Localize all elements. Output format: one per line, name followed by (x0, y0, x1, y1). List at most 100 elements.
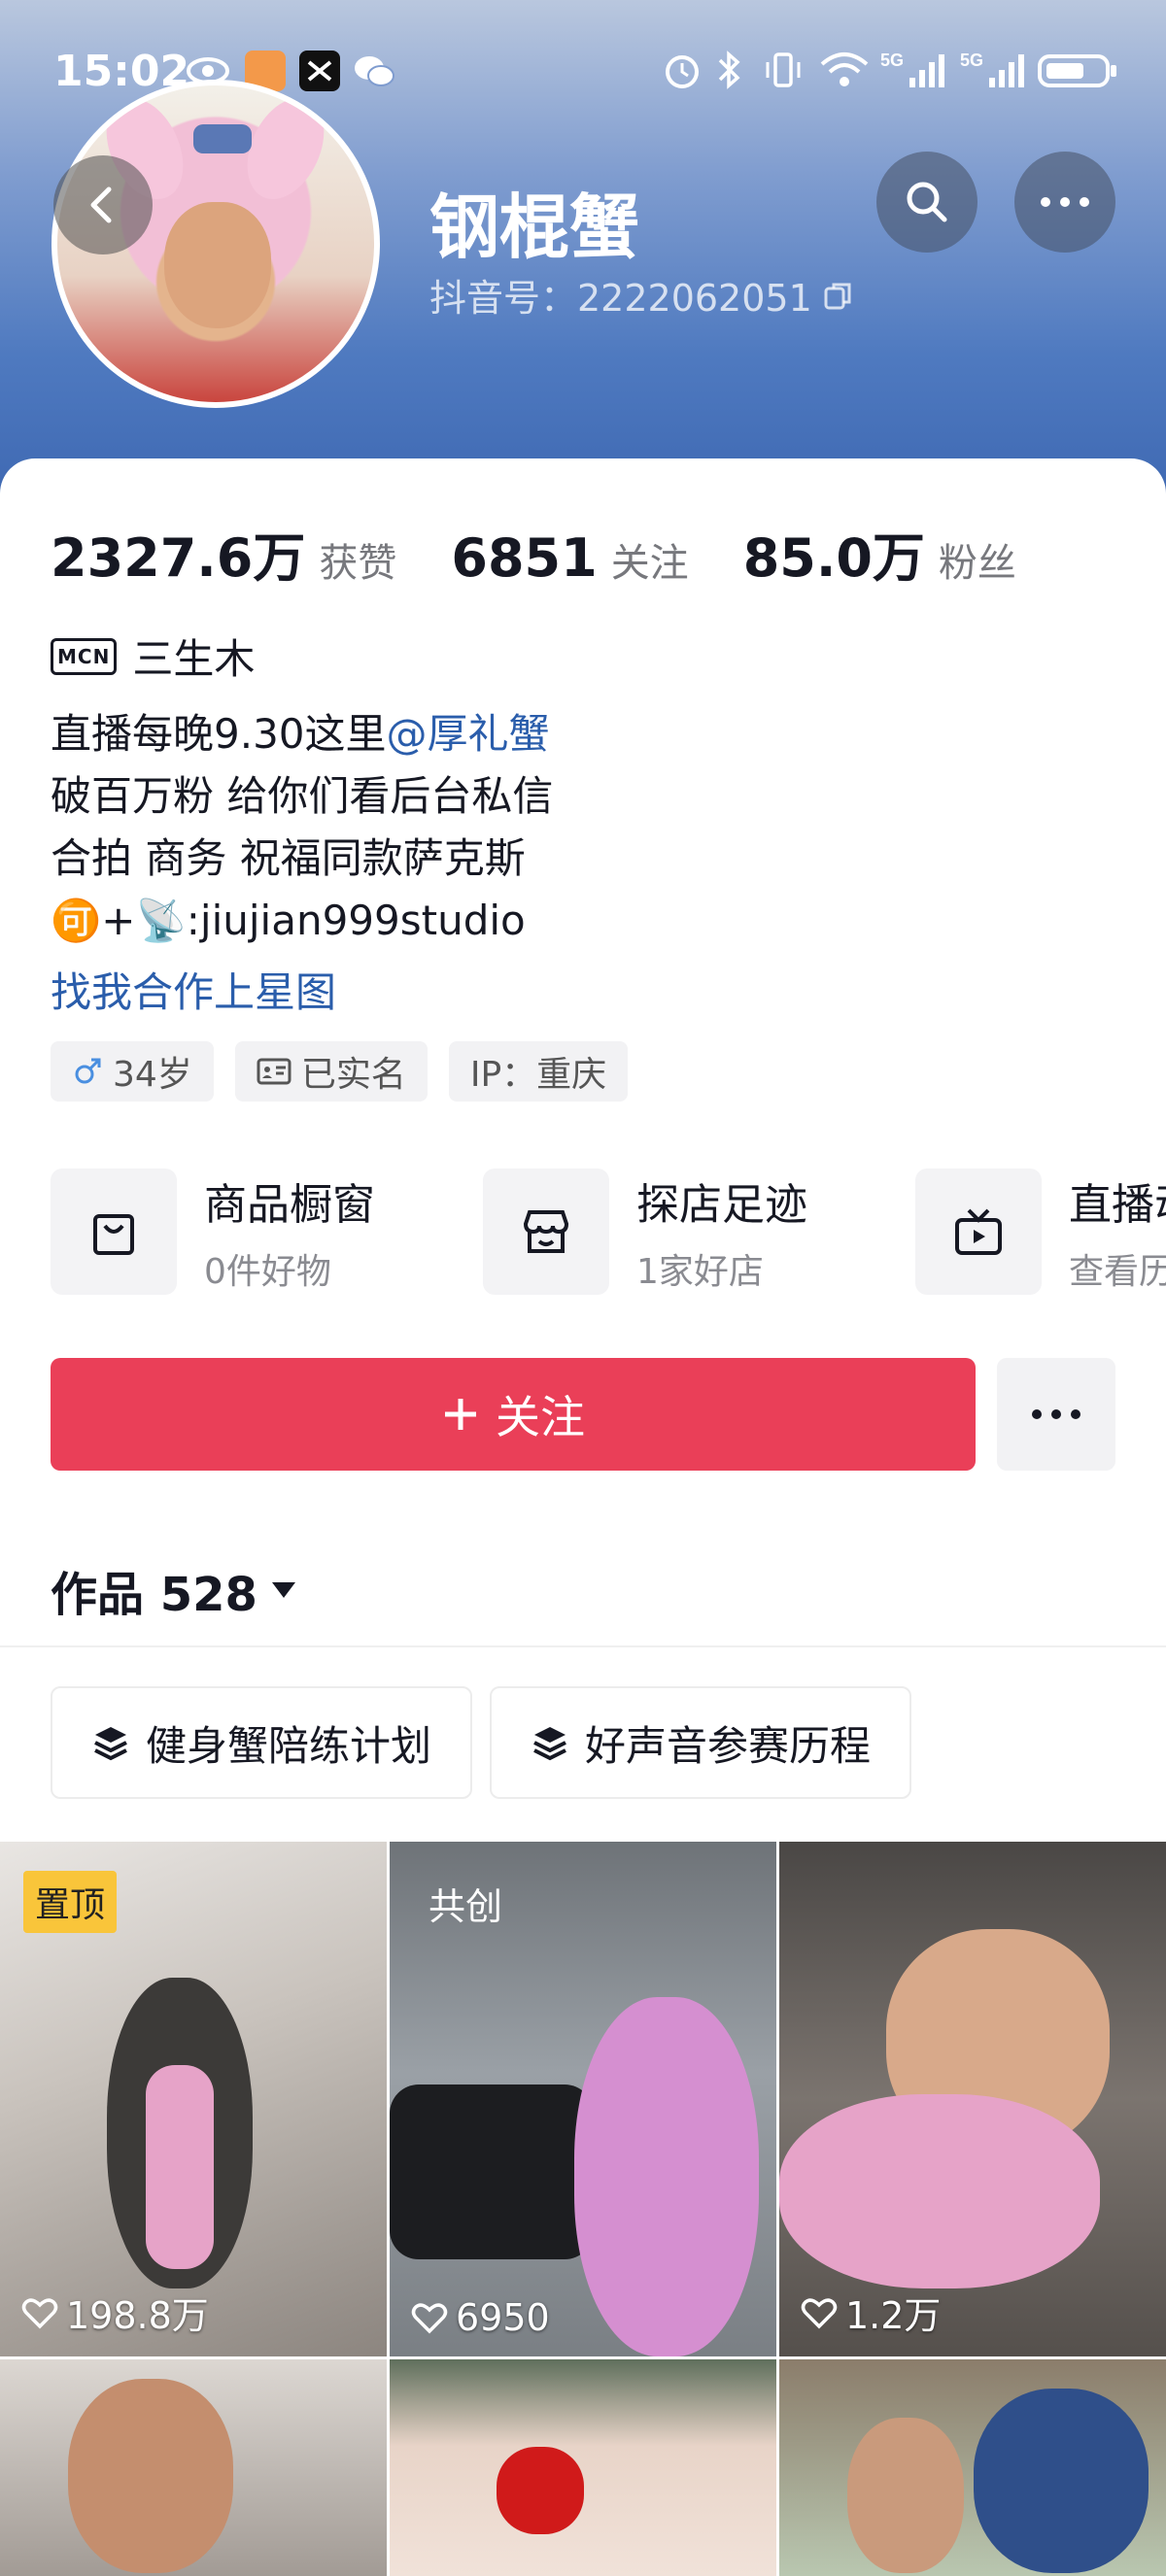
vibrate-icon (763, 49, 804, 100)
thumbnail-subject (847, 2418, 964, 2573)
video-likes: 1.2万 (801, 2286, 941, 2339)
bio-line: 直播每晚9.30这里@厚礼蟹 (51, 703, 553, 765)
bio: 直播每晚9.30这里@厚礼蟹 破百万粉 给你们看后台私信 合拍 商务 祝福同款萨… (51, 703, 553, 952)
verified-tag-text: 已实名 (300, 1055, 406, 1095)
likes-count: 1.2万 (845, 2294, 942, 2337)
stat-likes[interactable]: 2327.6万 获赞 (51, 515, 396, 592)
follow-more-button[interactable] (997, 1358, 1115, 1471)
svg-text:5G: 5G (960, 51, 983, 70)
co-creation-badge: 共创 (429, 1885, 503, 1928)
feature-title: 探店足迹 (636, 1180, 807, 1230)
feature-subtitle: 0件好物 (204, 1252, 331, 1292)
copy-icon[interactable] (822, 279, 855, 312)
collection-chip[interactable]: 好声音参赛历程 (490, 1686, 912, 1799)
tv-icon (915, 1169, 1042, 1295)
back-button[interactable] (53, 155, 153, 254)
bio-line: 合拍 商务 祝福同款萨克斯 (51, 834, 526, 882)
mcn-badge-icon: MCN (51, 637, 118, 675)
likes-count: 6950 (456, 2296, 550, 2339)
feature-live-history[interactable]: 直播动态 查看历史 (915, 1169, 1166, 1295)
thumbnail-rose (497, 2447, 584, 2534)
thumbnail-shirt (779, 2094, 1100, 2288)
profile-nickname: 钢棍蟹 (429, 186, 640, 268)
stat-value: 6851 (451, 527, 598, 589)
feature-subtitle: 查看历史 (1069, 1252, 1166, 1292)
feature-shop-window[interactable]: 商品橱窗 0件好物 (51, 1169, 483, 1295)
signal-5g-icon: 5G (880, 49, 948, 100)
more-horizontal-icon (1041, 197, 1089, 207)
search-icon (907, 182, 947, 222)
layers-icon (94, 1727, 127, 1761)
divider (0, 1645, 1166, 1647)
avatar-face (164, 202, 271, 328)
stat-followers[interactable]: 85.0万 粉丝 (743, 515, 1016, 592)
mcn-row[interactable]: MCN 三生木 (51, 627, 255, 686)
avatar-bow (193, 124, 252, 153)
video-grid: 置顶 198.8万 共创 6950 1.2万 (0, 1842, 1166, 2576)
more-horizontal-icon (1032, 1409, 1080, 1419)
battery-icon (1038, 49, 1119, 100)
feature-text: 商品橱窗 0件好物 (204, 1169, 375, 1294)
profile-stats: 2327.6万 获赞 6851 关注 85.0万 粉丝 (51, 515, 1071, 592)
search-button[interactable] (876, 152, 977, 253)
wifi-icon (818, 49, 871, 100)
feature-store-visits[interactable]: 探店足迹 1家好店 (483, 1169, 915, 1295)
capcut-icon (299, 51, 340, 91)
thumbnail-jacket (974, 2389, 1149, 2573)
caret-down-icon (271, 1582, 295, 1598)
video-thumbnail[interactable]: 置顶 198.8万 (0, 1842, 387, 2356)
feature-title: 直播动态 (1069, 1180, 1166, 1230)
layers-icon (533, 1727, 566, 1761)
works-tab-label: 作品 528 (51, 1568, 257, 1622)
male-icon (75, 1058, 101, 1084)
collection-label: 健身蟹陪练计划 (146, 1721, 432, 1770)
douyin-id[interactable]: 抖音号：2222062051 (429, 268, 855, 322)
heart-icon (411, 2303, 448, 2334)
stat-following[interactable]: 6851 关注 (451, 527, 688, 589)
bio-line: 🉑+📡:jiujian999studio (51, 897, 526, 944)
video-thumbnail[interactable]: 1.2万 (779, 1842, 1166, 2356)
thumbnail-subject (574, 1997, 759, 2356)
thumbnail-saxophone (146, 2065, 214, 2269)
bio-mention-link[interactable]: @厚礼蟹 (387, 710, 550, 758)
shopping-bag-icon (51, 1169, 177, 1295)
video-thumbnail[interactable] (0, 2359, 387, 2576)
video-thumbnail[interactable] (390, 2359, 776, 2576)
feature-entry-row: 商品橱窗 0件好物 探店足迹 1家好店 直播动态 查看历史 (51, 1169, 1166, 1295)
follow-button-label: 关注 (496, 1391, 585, 1443)
age-tag: 34岁 (51, 1041, 214, 1102)
plus-icon (445, 1399, 476, 1430)
likes-count: 198.8万 (66, 2294, 209, 2337)
feature-subtitle: 1家好店 (636, 1252, 764, 1292)
ip-location-text: IP：重庆 (469, 1055, 607, 1095)
video-thumbnail[interactable] (779, 2359, 1166, 2576)
wechat-icon (352, 51, 394, 91)
heart-icon (21, 2297, 58, 2328)
collection-list: 健身蟹陪练计划 好声音参赛历程 (51, 1686, 912, 1799)
pinned-badge: 置顶 (23, 1871, 118, 1933)
xingtu-cooperation-link[interactable]: 找我合作上星图 (51, 960, 336, 1019)
video-thumbnail[interactable]: 共创 6950 (390, 1842, 776, 2356)
collection-label: 好声音参赛历程 (585, 1721, 872, 1770)
follow-button[interactable]: 关注 (51, 1358, 976, 1471)
ip-location-tag: IP：重庆 (448, 1041, 629, 1102)
profile-tags: 34岁 已实名 IP：重庆 (51, 1041, 629, 1102)
svg-text:5G: 5G (880, 51, 904, 70)
video-likes: 6950 (411, 2296, 550, 2339)
mcn-name: 三生木 (132, 635, 256, 683)
age-tag-text: 34岁 (113, 1055, 192, 1095)
feature-text: 探店足迹 1家好店 (636, 1169, 807, 1294)
collection-chip[interactable]: 健身蟹陪练计划 (51, 1686, 473, 1799)
more-options-button[interactable] (1014, 152, 1115, 253)
heart-icon (801, 2297, 838, 2328)
alarm-icon (661, 49, 703, 100)
tab-works[interactable]: 作品 528 (51, 1556, 298, 1624)
feature-text: 直播动态 查看历史 (1069, 1169, 1166, 1294)
stat-label: 获赞 (319, 541, 397, 586)
id-card-icon (257, 1058, 292, 1085)
thumbnail-car (390, 2085, 594, 2259)
bio-line: 破百万粉 给你们看后台私信 (51, 772, 554, 820)
bluetooth-icon (714, 49, 743, 100)
bio-text: 直播每晚9.30这里 (51, 710, 387, 758)
signal-5g-icon: 5G (960, 49, 1028, 100)
